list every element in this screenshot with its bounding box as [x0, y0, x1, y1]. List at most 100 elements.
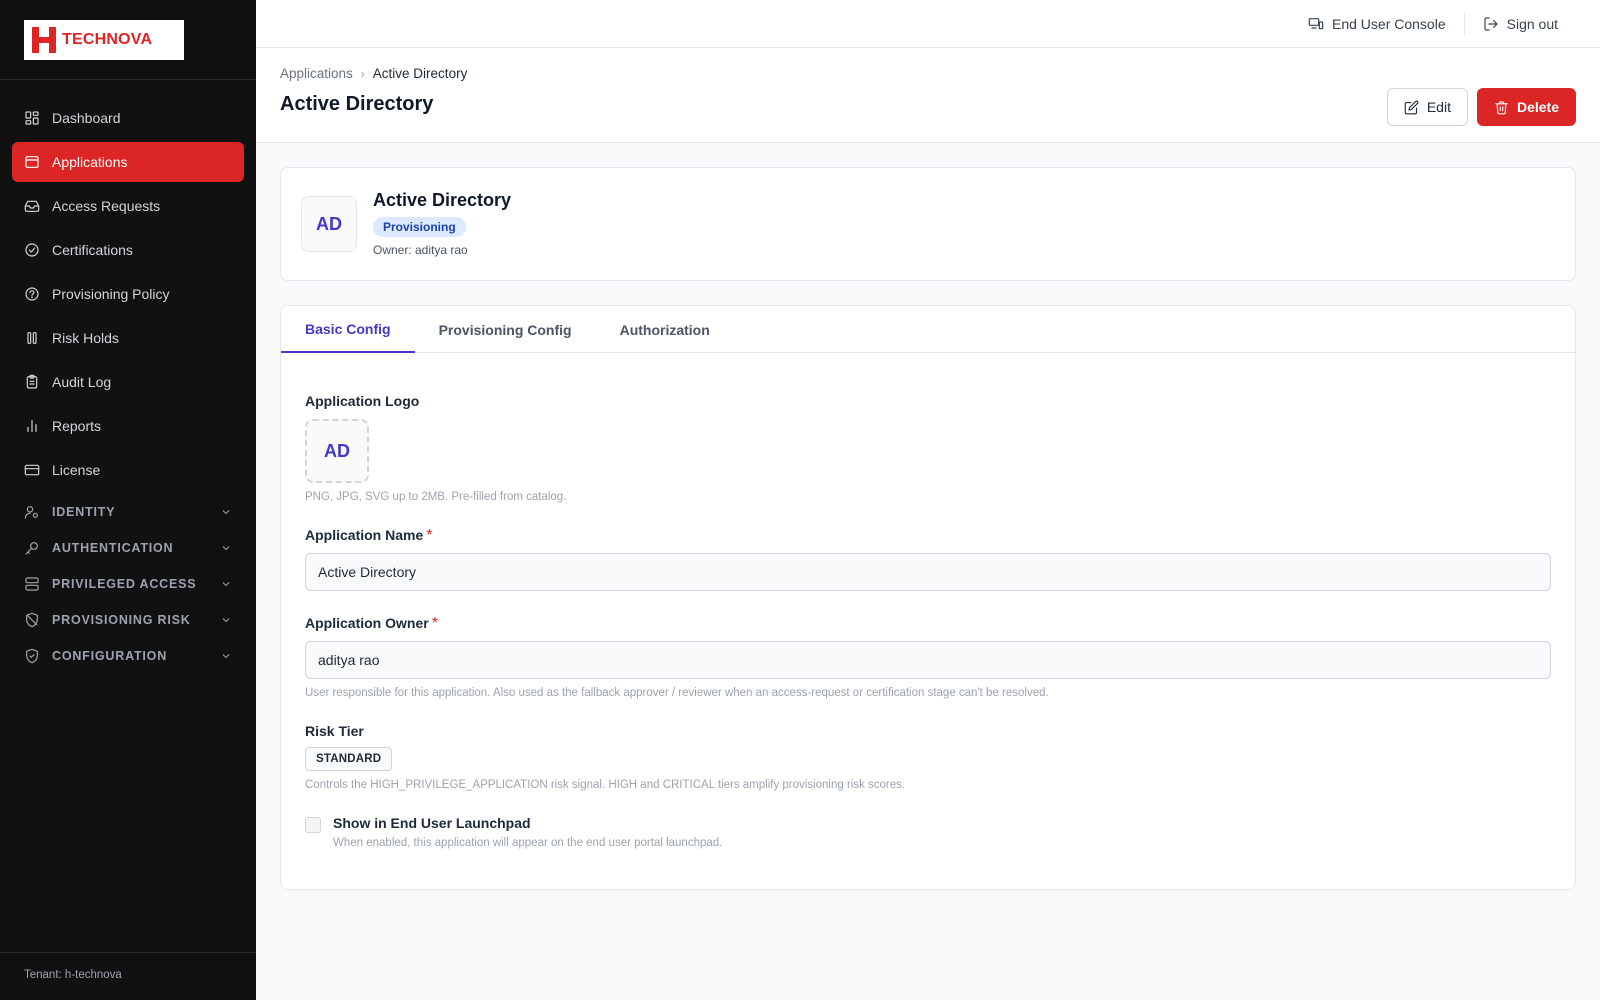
sidebar-group-configuration[interactable]: CONFIGURATION — [12, 638, 244, 674]
tab-bar: Basic Config Provisioning Config Authori… — [281, 306, 1575, 353]
edit-label: Edit — [1426, 99, 1451, 115]
brand-logo[interactable]: TECHNOVA — [24, 20, 184, 60]
header-actions: Edit Delete — [1386, 88, 1576, 126]
sidebar-item-label: Applications — [52, 154, 128, 170]
policy-icon — [24, 286, 40, 302]
sign-out-button[interactable]: Sign out — [1465, 16, 1576, 32]
launchpad-option: Show in End User Launchpad When enabled,… — [305, 815, 1551, 849]
logo-upload[interactable]: AD — [305, 419, 369, 483]
sidebar-item-risk-holds[interactable]: Risk Holds — [12, 318, 244, 358]
sidebar-item-applications[interactable]: Applications — [12, 142, 244, 182]
sidebar-item-label: Risk Holds — [52, 330, 119, 346]
bar-chart-icon — [24, 418, 40, 434]
application-owner-input[interactable]: aditya rao — [305, 641, 1551, 679]
sidebar-item-access-requests[interactable]: Access Requests — [12, 186, 244, 226]
risk-field-group: Risk Tier STANDARD Controls the HIGH_PRI… — [305, 723, 1551, 791]
risk-tier-value: STANDARD — [305, 747, 393, 771]
launchpad-hint: When enabled, this application will appe… — [333, 837, 723, 849]
application-summary-card: AD Active Directory Provisioning Owner: … — [280, 167, 1576, 281]
launchpad-label[interactable]: Show in End User Launchpad — [333, 815, 722, 831]
application-avatar: AD — [301, 196, 357, 252]
page-header: Applications › Active Directory Active D… — [256, 48, 1600, 143]
logo-area: TECHNOVA — [0, 0, 256, 80]
required-marker: * — [431, 615, 438, 632]
card-icon — [24, 462, 40, 478]
config-card: Basic Config Provisioning Config Authori… — [280, 305, 1576, 890]
delete-button[interactable]: Delete — [1476, 88, 1576, 126]
top-bar: End User Console Sign out — [256, 0, 1600, 48]
edit-icon — [1404, 100, 1419, 114]
name-label: Application Name — [305, 527, 424, 543]
brand-name: TECHNOVA — [62, 31, 153, 48]
sidebar-group-label: AUTHENTICATION — [52, 541, 174, 555]
breadcrumb-applications-link[interactable]: Applications — [280, 66, 353, 81]
sidebar-item-label: License — [52, 462, 101, 478]
sidebar-item-label: Provisioning Policy — [52, 286, 170, 302]
sidebar-group-label: CONFIGURATION — [52, 649, 168, 663]
sidebar-item-audit-log[interactable]: Audit Log — [12, 362, 244, 402]
applications-icon — [24, 154, 40, 170]
risk-tier-label: Risk Tier — [305, 723, 364, 739]
logo-hint: PNG, JPG, SVG up to 2MB. Pre-filled from… — [305, 491, 567, 503]
risk-tier-hint: Controls the HIGH_PRIVILEGE_APPLICATION … — [305, 779, 906, 791]
end-user-console-link[interactable]: End User Console — [1290, 16, 1464, 32]
delete-label: Delete — [1516, 99, 1559, 115]
name-field-group: Application Name * Active Directory — [305, 527, 1551, 591]
chevron-down-icon — [220, 614, 232, 626]
tab-provisioning-config[interactable]: Provisioning Config — [415, 306, 596, 353]
clipboard-icon — [24, 374, 40, 390]
sidebar-group-identity[interactable]: IDENTITY — [12, 494, 244, 530]
sign-out-icon — [1484, 16, 1498, 31]
application-name-input[interactable]: Active Directory — [305, 553, 1551, 591]
owner-hint: User responsible for this application. A… — [305, 687, 1049, 699]
basic-config-form: Application Logo AD PNG, JPG, SVG up to … — [281, 353, 1575, 849]
tenant-label: Tenant: h-technova — [0, 952, 256, 1000]
key-icon — [24, 540, 40, 556]
trash-icon — [1495, 100, 1508, 114]
chevron-down-icon — [220, 578, 232, 590]
inbox-icon — [24, 198, 40, 214]
end-user-console-label: End User Console — [1332, 15, 1446, 32]
chevron-down-icon — [220, 650, 232, 662]
shield-off-icon — [24, 612, 40, 628]
sidebar-item-label: Audit Log — [52, 374, 112, 390]
monitor-icon — [1308, 17, 1324, 29]
edit-button[interactable]: Edit — [1386, 88, 1468, 126]
sidebar-item-dashboard[interactable]: Dashboard — [12, 98, 244, 138]
chevron-down-icon — [220, 506, 232, 518]
sidebar-nav: Dashboard Applications Access Requests C… — [0, 80, 256, 674]
sidebar-item-reports[interactable]: Reports — [12, 406, 244, 446]
chevron-right-icon: › — [360, 66, 365, 81]
required-marker: * — [426, 527, 433, 544]
dashboard-icon — [24, 110, 40, 126]
breadcrumb: Applications › Active Directory — [280, 66, 1576, 81]
user-key-icon — [24, 504, 40, 520]
sidebar-item-certifications[interactable]: Certifications — [12, 230, 244, 270]
sidebar-group-privileged-access[interactable]: PRIVILEGED ACCESS — [12, 566, 244, 602]
owner-text: Owner: aditya rao — [373, 243, 468, 257]
chevron-down-icon — [220, 542, 232, 554]
sidebar-item-license[interactable]: License — [12, 450, 244, 490]
sidebar-group-label: PRIVILEGED ACCESS — [52, 577, 197, 591]
summary-info: Active Directory Provisioning Owner: adi… — [373, 190, 511, 260]
sidebar: TECHNOVA Dashboard Applications Access R… — [0, 0, 256, 1000]
launchpad-checkbox[interactable] — [305, 817, 321, 833]
tab-authorization[interactable]: Authorization — [596, 306, 734, 353]
sidebar-group-provisioning-risk[interactable]: PROVISIONING RISK — [12, 602, 244, 638]
sidebar-group-authentication[interactable]: AUTHENTICATION — [12, 530, 244, 566]
sidebar-item-provisioning-policy[interactable]: Provisioning Policy — [12, 274, 244, 314]
status-badge: Provisioning — [373, 217, 466, 237]
sidebar-item-label: Reports — [52, 418, 102, 434]
tab-basic-config[interactable]: Basic Config — [281, 306, 415, 353]
sidebar-group-label: IDENTITY — [52, 505, 116, 519]
page-title: Active Directory — [280, 93, 434, 115]
shield-check-icon — [24, 648, 40, 664]
sidebar-group-label: PROVISIONING RISK — [52, 613, 191, 627]
application-name: Active Directory — [373, 190, 512, 210]
check-circle-icon — [24, 242, 40, 258]
sidebar-item-label: Certifications — [52, 242, 133, 258]
sign-out-label: Sign out — [1506, 15, 1558, 32]
server-icon — [24, 576, 40, 592]
logo-label: Application Logo — [305, 393, 420, 409]
breadcrumb-current: Active Directory — [372, 66, 468, 81]
